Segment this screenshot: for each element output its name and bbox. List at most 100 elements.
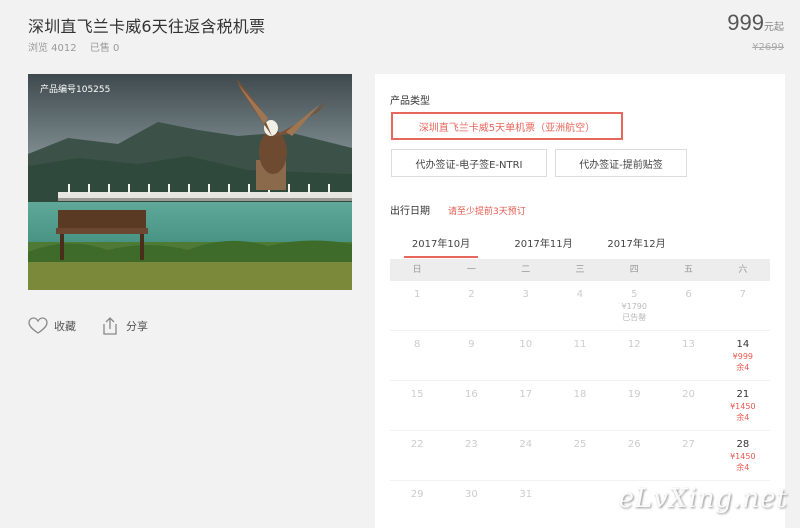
calendar-day: 25 [553,431,607,480]
day-number: 3 [522,289,529,300]
day-number: 20 [682,389,695,400]
day-number: 18 [573,389,587,400]
calendar-day: 30 [444,481,498,528]
watermark: eLvXing.net [618,484,788,514]
day-number: 19 [627,389,641,400]
day-stock: 余4 [736,413,750,422]
day-number: 4 [576,289,584,300]
day-number: 31 [519,489,533,500]
calendar-day [553,481,607,528]
day-number: 23 [465,439,478,450]
product-photo[interactable]: 产品编号105255 [28,74,352,290]
day-number: 5 [631,289,638,300]
calendar-day[interactable]: 28 ¥1450 余4 [716,431,770,480]
day-number: 13 [682,339,695,350]
calendar-day: 5 ¥1790 已告罄 [607,281,661,330]
day-number: 6 [685,289,692,300]
day-number: 27 [682,439,695,450]
day-number: 7 [739,289,747,300]
day-number: 28 [736,439,750,450]
calendar-day: 6 [661,281,715,330]
calendar-day[interactable]: 21 ¥1450 余4 [716,381,770,430]
calendar-week-row: 8 9 10 11 12 13 14 ¥999 余4 [390,331,770,381]
day-number: 30 [465,489,478,500]
calendar-day: 1 [390,281,444,330]
calendar-day[interactable]: 14 ¥999 余4 [716,331,770,380]
favorite-label: 收藏 [54,320,76,333]
calendar-day: 22 [390,431,444,480]
travel-date-label: 出行日期 [390,206,430,217]
original-price: ¥2699 [752,42,784,53]
day-number: 14 [736,339,750,350]
calendar-day: 4 [553,281,607,330]
heart-icon [28,317,48,334]
action-bar: 收藏 分享 [28,316,172,336]
calendar-day: 19 [607,381,661,430]
day-number: 12 [627,339,641,350]
tab-2017-10[interactable]: 2017年10月 [404,236,478,258]
day-number: 1 [413,289,421,300]
view-count: 浏览 4012 [28,43,77,54]
day-number: 21 [736,389,750,400]
calendar-day: 16 [444,381,498,430]
calendar-day: 17 [499,381,553,430]
day-stock: 余4 [736,463,750,472]
day-number: 15 [410,389,424,400]
share-icon [103,317,117,335]
day-price: ¥999 [732,352,753,361]
weekday-label: 日 [412,265,422,275]
day-number: 11 [573,339,587,350]
day-number: 29 [410,489,424,500]
day-price: ¥1450 [730,452,756,461]
day-number: 26 [627,439,641,450]
day-price: ¥1790 [621,302,647,311]
calendar-day: 13 [661,331,715,380]
favorite-button[interactable]: 收藏 [28,317,76,335]
option-visa-sticker[interactable]: 代办签证-提前贴签 [555,149,687,177]
day-number: 9 [468,339,475,350]
calendar-day: 29 [390,481,444,528]
option-e-visa[interactable]: 代办签证-电子签E-NTRI [391,149,547,177]
product-type-label: 产品类型 [390,96,430,107]
calendar-day: 23 [444,431,498,480]
tab-2017-11[interactable]: 2017年11月 [497,236,590,258]
option-flight-only[interactable]: 深圳直飞兰卡威5天单机票（亚洲航空） [391,112,623,140]
calendar-day: 31 [499,481,553,528]
month-tabs: 2017年10月 2017年11月 2017年12月 [404,236,683,258]
product-code: 产品编号105255 [40,85,111,95]
calendar-day: 11 [553,331,607,380]
booking-notice: 请至少提前3天预订 [448,207,526,217]
price-unit: 元起 [764,22,784,33]
calendar-week-row: 15 16 17 18 19 20 21 ¥1450 余4 [390,381,770,431]
weekday-label: 五 [684,265,694,275]
day-number: 16 [465,389,478,400]
sold-count: 已售 0 [89,43,120,54]
day-price: ¥1450 [730,402,756,411]
calendar-day: 18 [553,381,607,430]
calendar-day: 2 [444,281,498,330]
weekday-label: 三 [575,265,585,275]
calendar-week-row: 22 23 24 25 26 27 28 ¥1450 余4 [390,431,770,481]
day-number: 2 [468,289,475,300]
price-value: 999 [727,10,764,35]
calendar-day: 8 [390,331,444,380]
day-number: 8 [413,339,421,350]
calendar-day: 26 [607,431,661,480]
day-number: 22 [410,439,424,450]
weekday-label: 四 [629,265,639,275]
share-button[interactable]: 分享 [100,316,148,336]
calendar-day: 12 [607,331,661,380]
calendar-day: 27 [661,431,715,480]
day-number: 24 [519,439,533,450]
langkawi-eagle-image [28,74,352,290]
tab-2017-12[interactable]: 2017年12月 [590,236,683,258]
price-block: 999元起 ¥2699 [727,10,784,53]
share-label: 分享 [126,320,148,333]
weekday-label: 一 [466,265,476,275]
calendar-day: 3 [499,281,553,330]
calendar-day: 15 [390,381,444,430]
calendar-day: 7 [716,281,770,330]
weekday-label: 六 [738,265,748,275]
day-number: 10 [519,339,533,350]
calendar-day: 20 [661,381,715,430]
